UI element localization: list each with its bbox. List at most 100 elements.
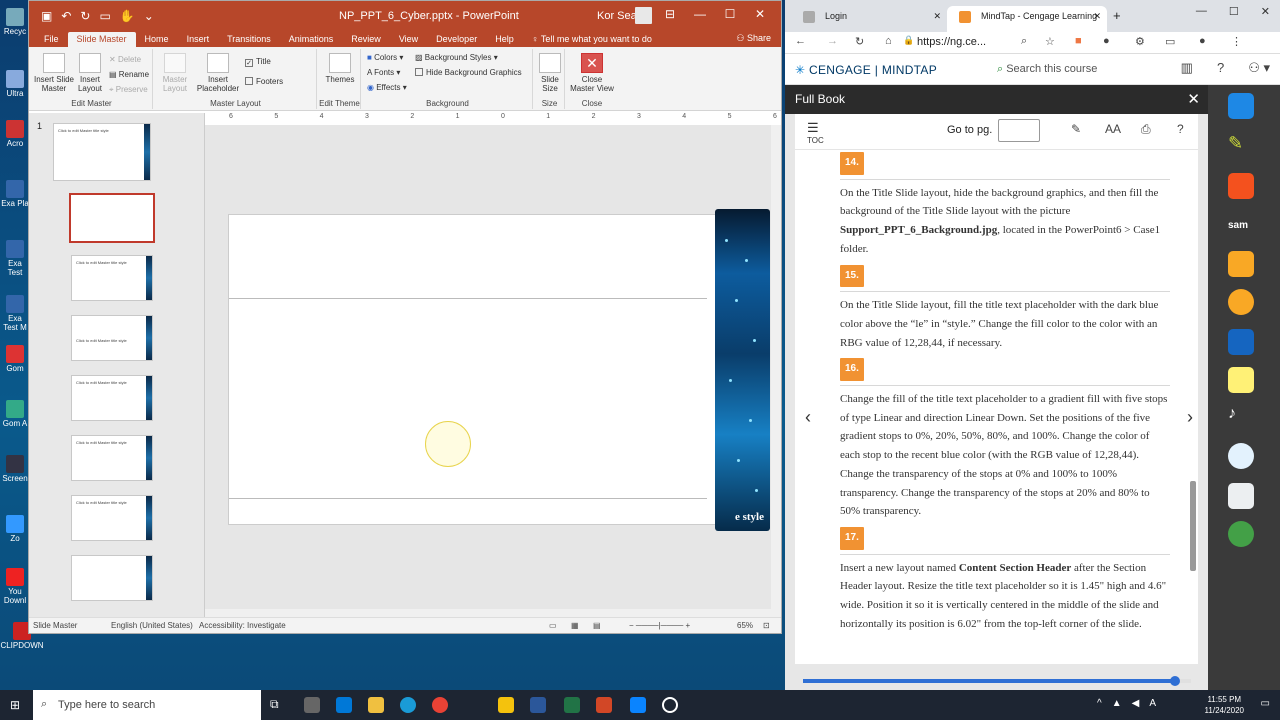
slide-canvas[interactable]: e style [205, 125, 781, 611]
close-tab-icon[interactable]: ✕ [933, 11, 941, 22]
thumbnail-layout[interactable]: Click to edit Master title style [71, 495, 153, 541]
kakao-icon[interactable] [498, 697, 514, 713]
tell-me-input[interactable]: ♀ Tell me what you want to do [523, 34, 661, 47]
print-icon[interactable]: ⎙ [1141, 122, 1151, 137]
taskbar-app-icon[interactable] [304, 697, 320, 713]
thumbnail-title-layout[interactable] [69, 193, 155, 243]
background-styles-dropdown[interactable]: ▨ Background Styles ▾ [415, 53, 498, 62]
thumbnail-layout[interactable]: Click to edit Master title style [71, 375, 153, 421]
slide-size-button[interactable]: Slide Size [537, 53, 563, 93]
thumbnail-layout[interactable]: Click to edit Master title style [71, 255, 153, 301]
tab-login[interactable]: Login ✕ [791, 6, 947, 32]
reading-view-icon[interactable]: ▤ [593, 621, 601, 630]
profile-app-icon[interactable] [1228, 521, 1254, 547]
highlight-icon[interactable]: ✎ [1071, 122, 1081, 136]
fonts-dropdown[interactable]: A Fonts ▾ [367, 68, 400, 77]
help-icon[interactable]: ? [1217, 60, 1224, 76]
tab-mindtap[interactable]: MindTap - Cengage Learning ✕ [947, 6, 1107, 32]
cnow-icon[interactable] [1228, 443, 1254, 469]
book-icon[interactable] [1228, 329, 1254, 355]
extension-icon[interactable]: ■ [1075, 35, 1082, 47]
desktop-icon-recycle[interactable]: Recyc [0, 8, 30, 36]
windows-start-icon[interactable]: ⊞ [10, 698, 20, 712]
powerpoint-icon[interactable] [596, 697, 612, 713]
fit-slide-icon[interactable]: ⊡ [763, 621, 770, 630]
sam-icon[interactable]: sam [1228, 213, 1254, 239]
excel-icon[interactable] [564, 697, 580, 713]
save-icon[interactable]: ▣ [41, 9, 52, 23]
word-icon[interactable] [530, 697, 546, 713]
vertical-scrollbar[interactable] [771, 125, 781, 611]
desktop-icon-acrobat[interactable]: Acro [0, 120, 30, 148]
desktop-icon-youtube-dl[interactable]: You Downl [0, 568, 30, 605]
cortana-icon[interactable] [662, 697, 678, 713]
progress-chart-icon[interactable]: ▥ [1181, 60, 1193, 76]
tab-view[interactable]: View [390, 34, 427, 47]
present-icon[interactable]: ▭ [99, 9, 110, 23]
maximize-icon[interactable]: ☐ [1229, 5, 1239, 18]
tab-slide-master[interactable]: Slide Master [67, 32, 136, 47]
tab-help[interactable]: Help [486, 34, 523, 47]
thumbnail-layout[interactable] [71, 555, 153, 601]
course-search[interactable]: ⌕ Search this course [997, 63, 1097, 76]
title-checkbox[interactable]: ✓ Title [245, 57, 271, 67]
home-icon[interactable]: ⌂ [885, 35, 892, 47]
desktop-icon-exam-test-m[interactable]: Exa Test M [0, 295, 30, 332]
chevron-up-icon[interactable]: ^ [1097, 698, 1102, 709]
clock[interactable]: 11:55 PM 11/24/2020 [1205, 694, 1244, 716]
effects-dropdown[interactable]: ◉ Effects ▾ [367, 83, 407, 92]
minimize-icon[interactable]: — [685, 7, 715, 21]
thumbnail-master[interactable]: Click to edit Master title style [53, 123, 151, 181]
close-panel-icon[interactable]: ✕ [1187, 90, 1200, 108]
reader-scrollbar[interactable] [1190, 176, 1196, 690]
flashcards-icon[interactable] [1228, 483, 1254, 509]
insert-slide-master-button[interactable]: Insert Slide Master [33, 53, 75, 93]
undo-icon[interactable]: ↶ [61, 9, 71, 23]
tab-transitions[interactable]: Transitions [218, 34, 280, 47]
avatar[interactable] [635, 7, 652, 24]
slide-thumbnails-pane[interactable]: 1 Click to edit Master title style Click… [29, 113, 205, 618]
cengage-app-icon[interactable] [1228, 289, 1254, 315]
circuit-board-image[interactable]: e style [715, 209, 770, 531]
thumbnail-layout[interactable]: Click to edit Master title style [71, 435, 153, 481]
insert-placeholder-button[interactable]: Insert Placeholder [195, 53, 241, 93]
status-accessibility[interactable]: Accessibility: Investigate [199, 621, 286, 630]
desktop-icon-zoom[interactable]: Zo [0, 515, 30, 543]
user-icon[interactable]: ⚇ ▾ [1248, 60, 1270, 76]
forward-icon[interactable]: → [827, 35, 838, 47]
speech-icon[interactable]: ♪ [1228, 405, 1254, 431]
taskbar-search[interactable]: ⌕ Type here to search [33, 690, 261, 720]
extensions-icon[interactable]: ⚙ [1135, 35, 1145, 48]
maximize-icon[interactable]: ☐ [715, 7, 745, 21]
sorter-view-icon[interactable]: ▦ [571, 621, 579, 630]
new-tab-icon[interactable]: + [1113, 8, 1121, 23]
master-layout-button[interactable]: Master Layout [159, 53, 191, 93]
lock-icon[interactable]: 🔒 [903, 35, 914, 46]
slide[interactable]: e style [228, 209, 770, 531]
customize-icon[interactable]: ⌄ [144, 9, 154, 23]
network-icon[interactable]: ▲ [1112, 698, 1122, 709]
bookmark-star-icon[interactable]: ☆ [1045, 35, 1055, 48]
volume-icon[interactable]: ◀ [1132, 698, 1140, 709]
close-master-view-button[interactable]: ✕ Close Master View [569, 53, 615, 93]
close-tab-icon[interactable]: ✕ [1093, 11, 1101, 22]
desktop-icon-screen[interactable]: Screen [0, 455, 30, 483]
cast-icon[interactable]: ▭ [1165, 35, 1175, 48]
status-language[interactable]: English (United States) [111, 621, 193, 630]
menu-icon[interactable]: ⋮ [1231, 35, 1242, 48]
prev-page-icon[interactable]: ‹ [805, 407, 811, 428]
zoom-icon[interactable]: ⌕ [1021, 35, 1027, 48]
colors-dropdown[interactable]: ■ Colors ▾ [367, 53, 403, 62]
extension-icon[interactable]: ● [1103, 35, 1110, 47]
ribbon-display-icon[interactable]: ⊟ [655, 7, 685, 21]
cengage-logo[interactable]: ✳ CENGAGE | MINDTAP [795, 63, 937, 77]
touch-icon[interactable]: ✋ [120, 9, 135, 23]
tab-review[interactable]: Review [342, 34, 390, 47]
zoom-level[interactable]: 65% [737, 621, 753, 630]
edge-icon[interactable] [400, 697, 416, 713]
a-z-icon[interactable] [1228, 251, 1254, 277]
desktop-icon-exam-pla[interactable]: Exa Pla [0, 180, 30, 208]
minimize-icon[interactable]: — [1196, 5, 1207, 18]
language-icon[interactable]: A [1149, 698, 1156, 709]
next-page-icon[interactable]: › [1187, 407, 1193, 428]
